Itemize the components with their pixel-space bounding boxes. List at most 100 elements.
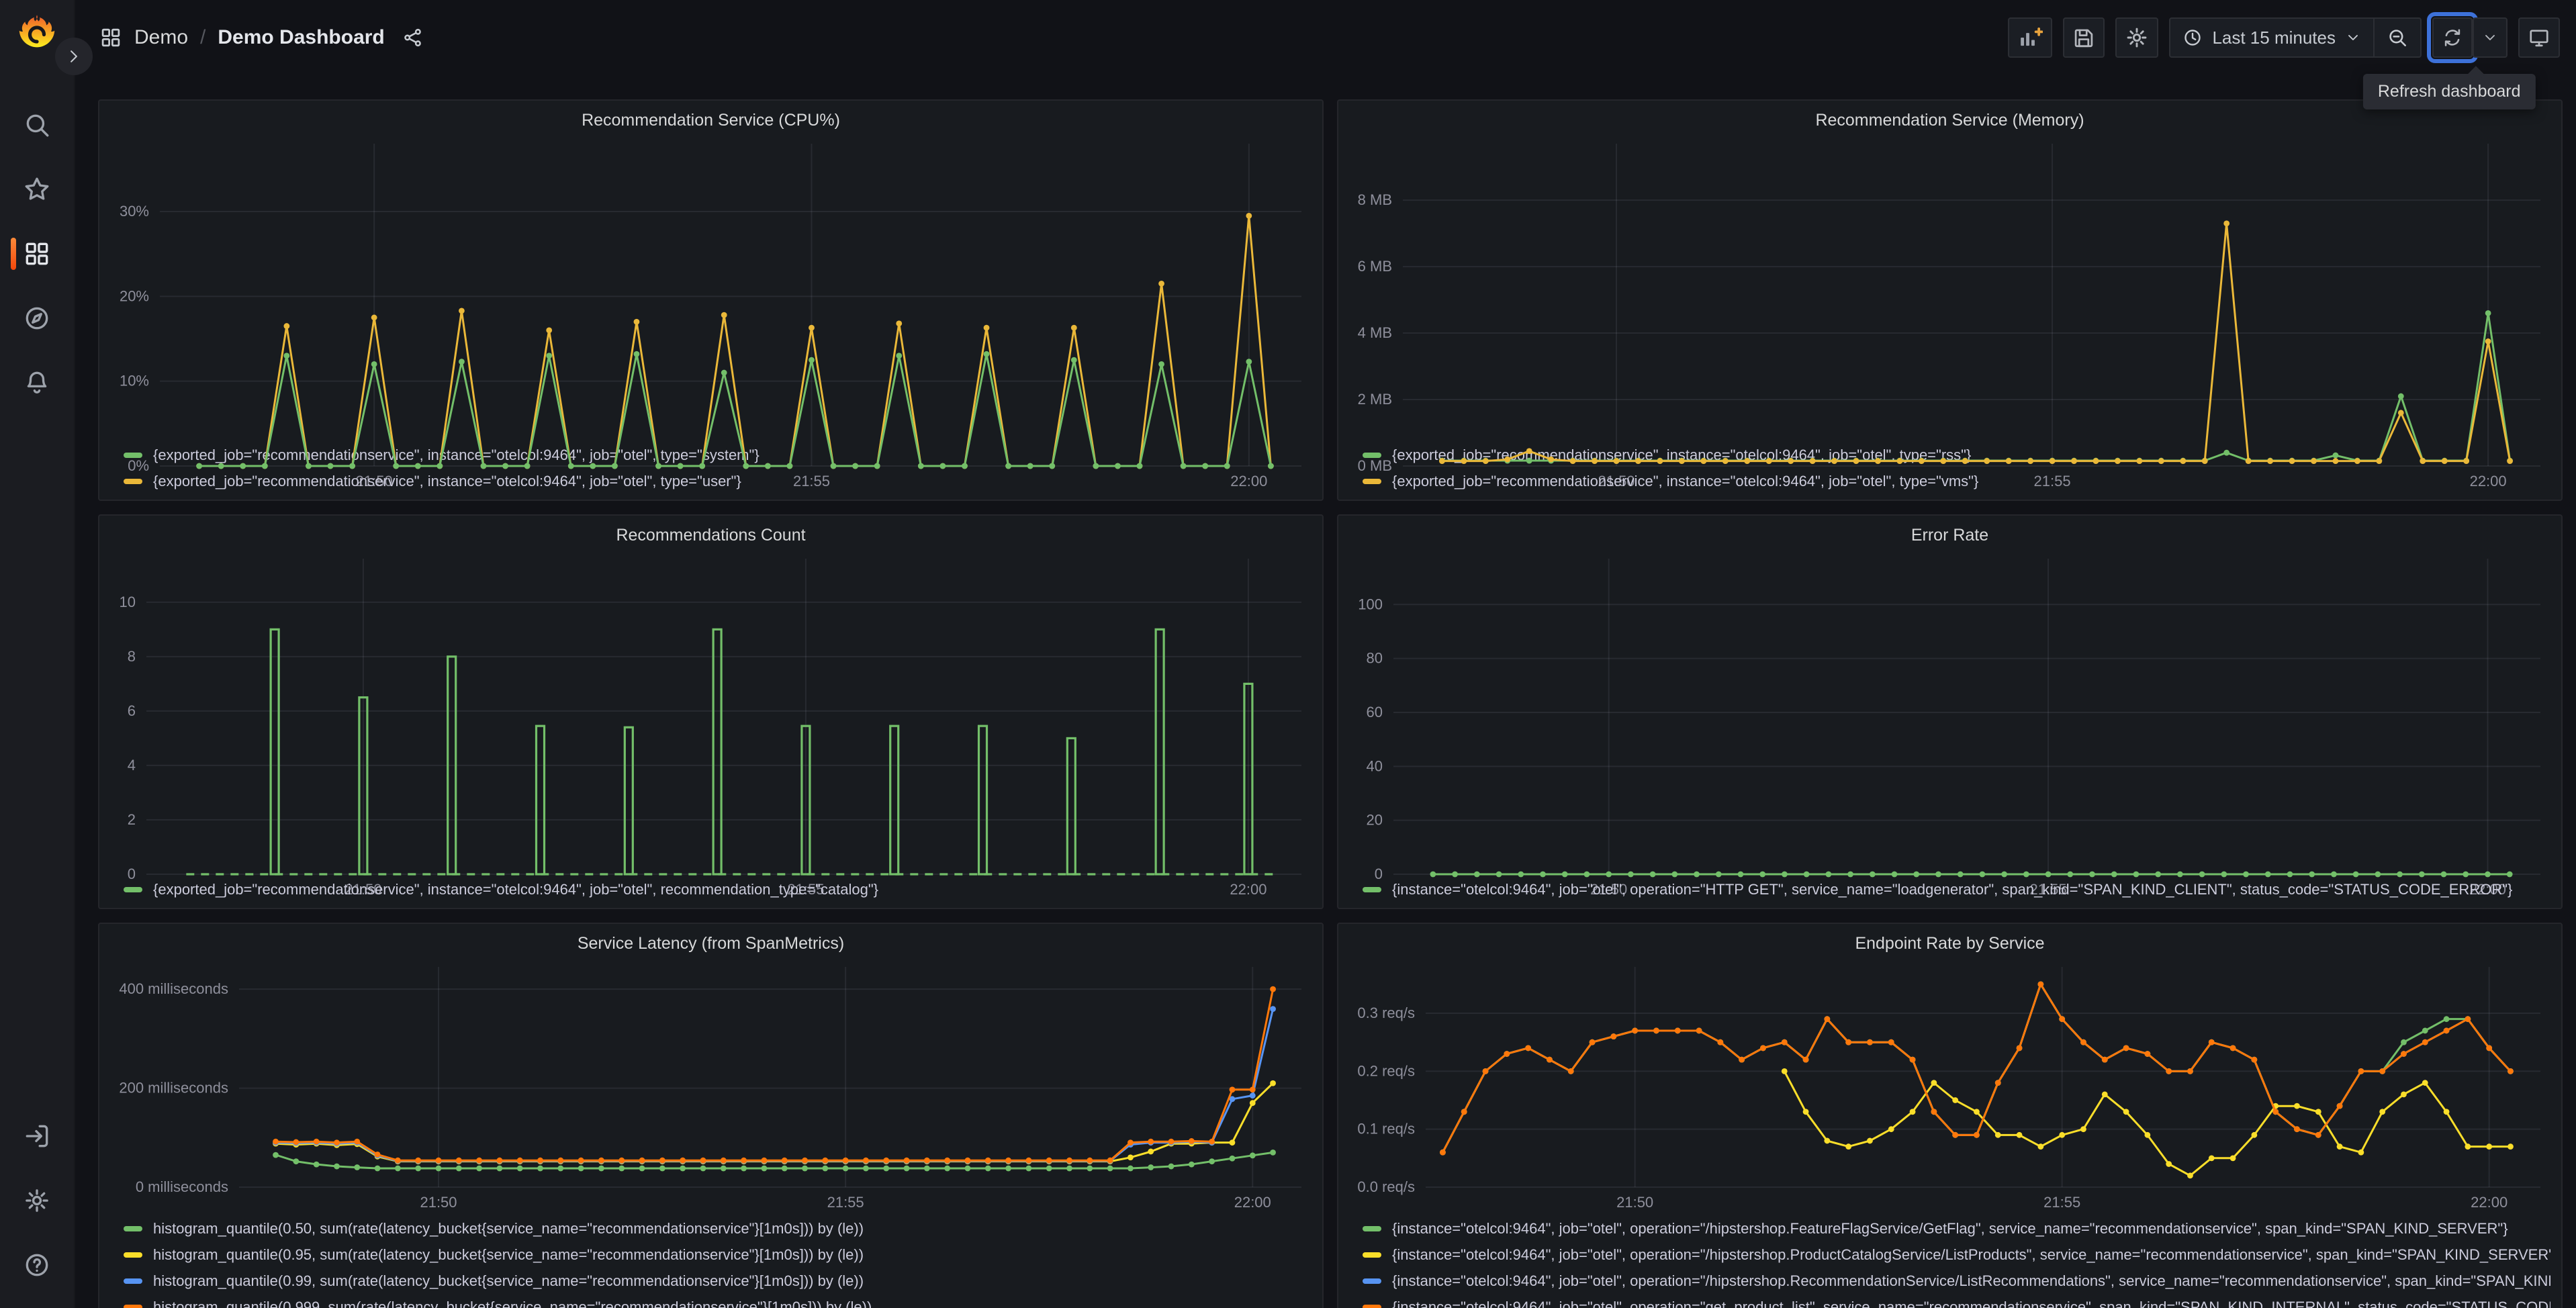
latency-legend: histogram_quantile(0.50, sum(rate(latenc… xyxy=(110,1214,1312,1308)
explore-compass-icon xyxy=(23,304,51,332)
sidebar-item-explore[interactable] xyxy=(0,286,74,351)
save-dashboard-button[interactable] xyxy=(2063,17,2105,58)
legend-item[interactable]: {instance="otelcol:9464", job="otel", op… xyxy=(1363,1268,2550,1294)
sidebar-item-search[interactable] xyxy=(0,93,74,157)
breadcrumb-separator: / xyxy=(200,26,206,48)
clock-icon xyxy=(2182,28,2203,48)
svg-text:80: 80 xyxy=(1367,650,1383,667)
svg-text:2: 2 xyxy=(128,811,136,828)
legend-item[interactable]: histogram_quantile(0.50, sum(rate(latenc… xyxy=(124,1215,1312,1242)
sidebar-item-dashboards[interactable] xyxy=(0,222,74,286)
panel-title: Service Latency (from SpanMetrics) xyxy=(577,934,845,953)
svg-text:22:00: 22:00 xyxy=(2469,881,2506,898)
legend-label: histogram_quantile(0.999, sum(rate(laten… xyxy=(153,1298,872,1308)
svg-text:0: 0 xyxy=(1375,866,1383,882)
panel-cpu: Recommendation Service (CPU%) 0% 10% 20% 30… xyxy=(98,99,1324,501)
svg-text:22:00: 22:00 xyxy=(1234,1194,1271,1211)
sidebar-item-settings[interactable] xyxy=(0,1168,74,1233)
svg-text:21:50: 21:50 xyxy=(420,1194,457,1211)
sidebar-item-help[interactable] xyxy=(0,1233,74,1297)
zoom-out-button[interactable] xyxy=(2373,19,2420,56)
breadcrumb-page-title: Demo Dashboard xyxy=(218,26,385,48)
chart-svg: 0% 10% 20% 30% 21:50 21:55 22:00 xyxy=(120,144,1301,489)
svg-text:60: 60 xyxy=(1367,704,1383,720)
svg-text:0%: 0% xyxy=(128,457,149,474)
grafana-logo[interactable] xyxy=(17,12,57,52)
cpu-chart-canvas[interactable]: 0% 10% 20% 30% 21:50 21:55 22:00 xyxy=(110,136,1312,489)
zoom-out-icon xyxy=(2387,27,2408,48)
svg-text:10: 10 xyxy=(120,594,136,610)
add-panel-button[interactable] xyxy=(2008,17,2053,58)
legend-label: {instance="otelcol:9464", job="otel", op… xyxy=(1392,1219,2508,1237)
legend-item[interactable]: {instance="otelcol:9464", job="otel", op… xyxy=(1363,1294,2550,1308)
svg-text:4 MB: 4 MB xyxy=(1358,324,1392,341)
svg-text:8 MB: 8 MB xyxy=(1358,191,1392,208)
svg-text:22:00: 22:00 xyxy=(1230,473,1267,489)
error-rate-chart-canvas[interactable]: 0 20 40 60 80 100 21:50 21:55 22:00 xyxy=(1349,551,2550,898)
svg-text:20: 20 xyxy=(1367,812,1383,829)
memory-chart-canvas[interactable]: 0 MB 2 MB 4 MB 6 MB 8 MB 21:50 21:55 22:00 xyxy=(1349,136,2550,489)
dashboard-grid-icon xyxy=(99,26,122,49)
svg-text:2 MB: 2 MB xyxy=(1358,391,1392,408)
svg-text:20%: 20% xyxy=(120,287,149,304)
panel-title: Endpoint Rate by Service xyxy=(1855,934,2045,953)
svg-text:21:50: 21:50 xyxy=(356,473,393,489)
breadcrumb: Demo / Demo Dashboard xyxy=(99,26,424,49)
svg-text:40: 40 xyxy=(1367,757,1383,774)
kiosk-mode-button[interactable] xyxy=(2518,17,2560,58)
legend-item[interactable]: histogram_quantile(0.95, sum(rate(latenc… xyxy=(124,1242,1312,1268)
svg-text:100: 100 xyxy=(1358,596,1383,612)
sidebar-item-starred[interactable] xyxy=(0,157,74,222)
chevron-down-icon xyxy=(2482,30,2498,46)
grafana-app: Demo / Demo Dashboard Last 15 minutes Re… xyxy=(0,0,2576,1308)
legend-item[interactable]: {instance="otelcol:9464", job="otel", op… xyxy=(1363,1242,2550,1268)
time-range-picker[interactable]: Last 15 minutes xyxy=(2170,19,2373,56)
star-icon xyxy=(23,175,51,203)
svg-text:21:55: 21:55 xyxy=(2034,473,2071,489)
panel-title: Recommendations Count xyxy=(616,526,806,545)
svg-text:21:50: 21:50 xyxy=(344,881,381,898)
sidebar-item-sign-in[interactable] xyxy=(0,1104,74,1168)
help-icon xyxy=(23,1251,51,1279)
svg-text:6 MB: 6 MB xyxy=(1358,258,1392,275)
top-navbar: Demo / Demo Dashboard Last 15 minutes Re… xyxy=(74,0,2576,109)
panel-title: Recommendation Service (CPU%) xyxy=(582,111,840,130)
legend-label: {instance="otelcol:9464", job="otel", op… xyxy=(1392,1246,2550,1263)
svg-text:200 milliseconds: 200 milliseconds xyxy=(119,1080,228,1096)
share-icon[interactable] xyxy=(402,27,424,48)
legend-label: histogram_quantile(0.95, sum(rate(latenc… xyxy=(153,1246,864,1263)
legend-swatch xyxy=(124,1304,142,1308)
panel-service-latency: Service Latency (from SpanMetrics) 0 mil… xyxy=(98,923,1324,1308)
legend-item[interactable]: histogram_quantile(0.99, sum(rate(latenc… xyxy=(124,1268,1312,1294)
legend-label: {instance="otelcol:9464", job="otel", op… xyxy=(1392,1272,2550,1289)
chevron-right-icon xyxy=(65,48,83,65)
svg-text:21:55: 21:55 xyxy=(827,1194,864,1211)
svg-text:22:00: 22:00 xyxy=(2470,473,2507,489)
legend-swatch xyxy=(1363,1278,1381,1284)
svg-text:10%: 10% xyxy=(120,373,149,389)
breadcrumb-section[interactable]: Demo xyxy=(134,26,188,49)
recommendations-chart-canvas[interactable]: 0 2 4 6 8 10 21:50 21:55 22:00 xyxy=(110,551,1312,898)
dashboards-grid-icon xyxy=(23,240,51,268)
legend-item[interactable]: {instance="otelcol:9464", job="otel", op… xyxy=(1363,1215,2550,1242)
legend-swatch xyxy=(124,1252,142,1258)
latency-chart-canvas[interactable]: 0 milliseconds 200 milliseconds 400 millis… xyxy=(110,959,1312,1214)
save-floppy-icon xyxy=(2072,26,2095,49)
alerting-bell-icon xyxy=(23,369,51,397)
refresh-interval-dropdown[interactable] xyxy=(2473,17,2508,58)
legend-swatch xyxy=(1363,1225,1381,1231)
legend-item[interactable]: histogram_quantile(0.999, sum(rate(laten… xyxy=(124,1294,1312,1308)
refresh-dashboard-button[interactable] xyxy=(2427,12,2478,63)
legend-swatch xyxy=(124,1225,142,1231)
refresh-controls: Refresh dashboard xyxy=(2362,12,2536,109)
svg-text:21:50: 21:50 xyxy=(1598,473,1635,489)
endpoint-rate-chart-canvas[interactable]: 0.0 req/s 0.1 req/s 0.2 req/s 0.3 req/s 21:5… xyxy=(1349,959,2550,1214)
chart-svg: 0.0 req/s 0.1 req/s 0.2 req/s 0.3 req/s 21:5… xyxy=(1357,967,2540,1211)
dashboard-toolbar: Last 15 minutes Refresh dashboard xyxy=(2008,12,2560,109)
chart-svg: 0 20 40 60 80 100 21:50 21:55 22:00 xyxy=(1358,559,2540,898)
svg-text:0.0 req/s: 0.0 req/s xyxy=(1357,1178,1415,1195)
sidebar-item-alerting[interactable] xyxy=(0,351,74,415)
dashboard-settings-button[interactable] xyxy=(2115,17,2159,58)
legend-label: {instance="otelcol:9464", job="otel", op… xyxy=(1392,1298,2550,1308)
sidebar-expand-button[interactable] xyxy=(55,38,93,75)
